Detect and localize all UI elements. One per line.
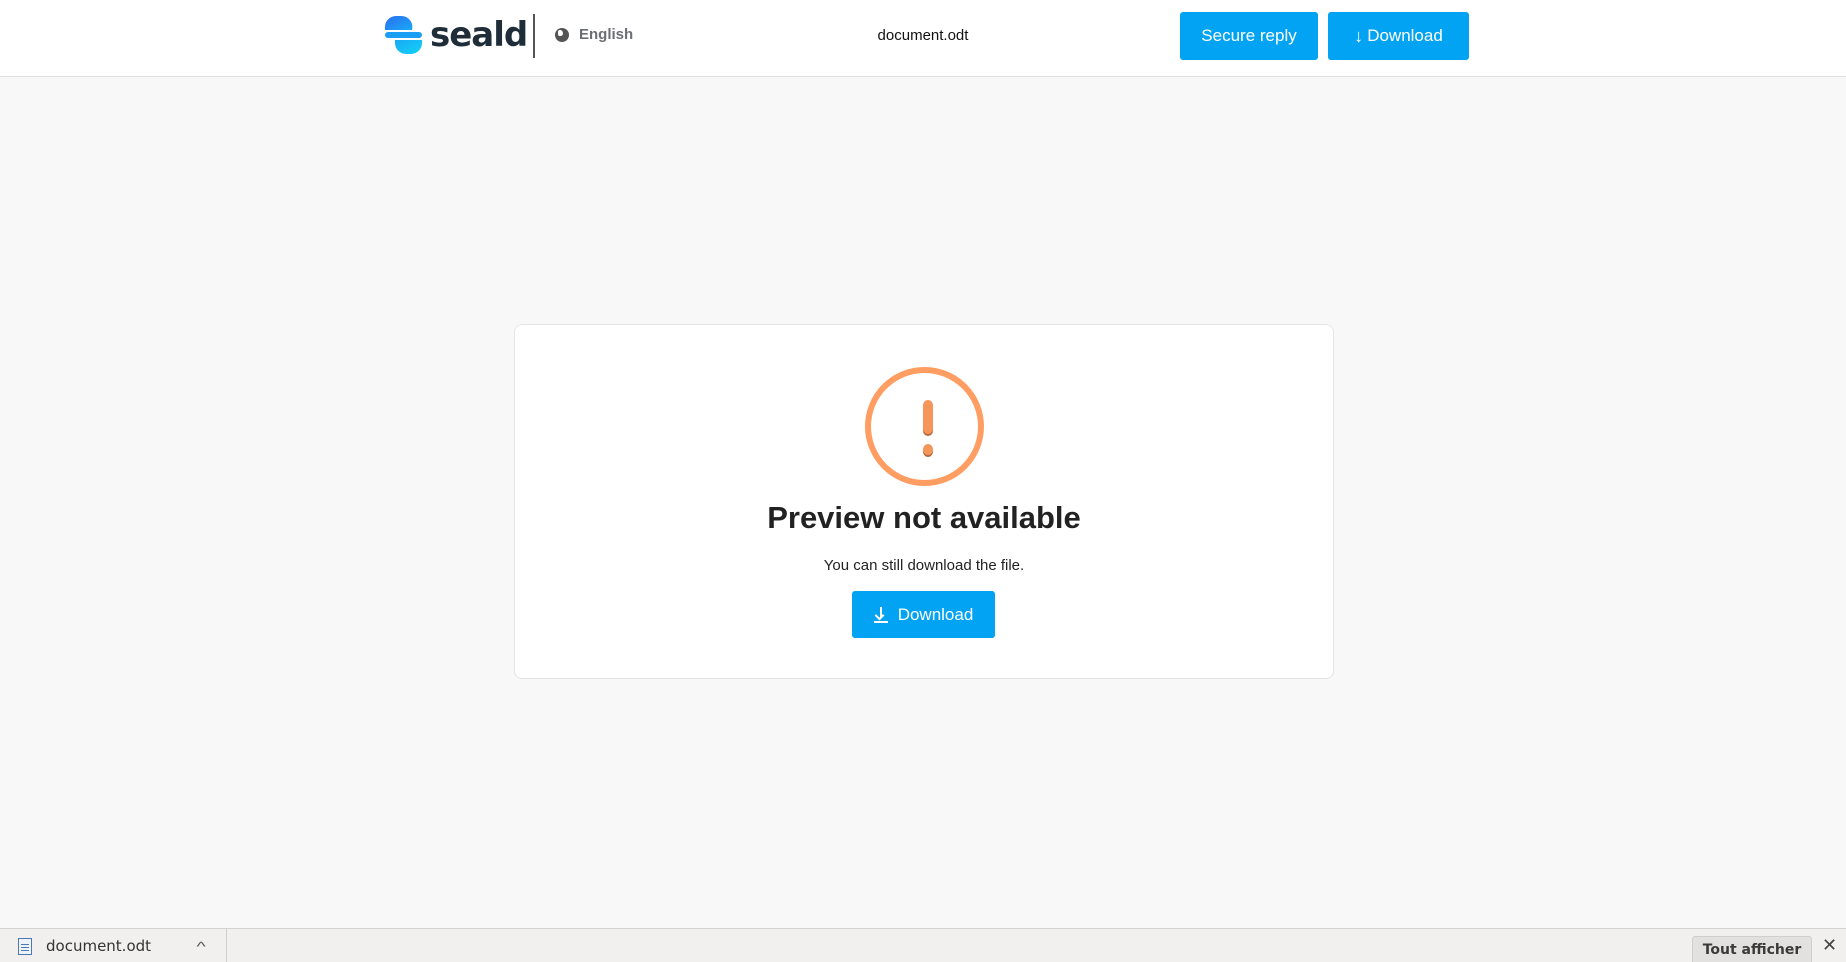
brand-name: seald — [430, 15, 528, 55]
show-all-button[interactable]: Tout afficher — [1692, 936, 1812, 962]
download-icon — [873, 606, 888, 623]
warning-circle-icon — [865, 367, 984, 486]
document-icon — [18, 937, 32, 955]
seald-logo-icon — [385, 15, 422, 54]
language-label: English — [579, 26, 634, 43]
download-item[interactable]: document.odt ^ — [0, 929, 227, 962]
globe-icon — [555, 27, 569, 42]
language-selector[interactable]: English — [555, 26, 633, 43]
header-download-label: Download — [1367, 26, 1443, 45]
secure-reply-button[interactable]: Secure reply — [1180, 12, 1318, 60]
preview-subtitle: You can still download the file. — [823, 557, 1025, 574]
exclamation-dot — [923, 444, 933, 455]
preview-unavailable-card: Preview not available You can still down… — [514, 324, 1334, 679]
header-divider — [533, 14, 535, 58]
header-download-button[interactable]: ↓ Download — [1328, 12, 1469, 60]
download-item-name: document.odt — [46, 937, 152, 955]
card-download-label: Download — [897, 604, 974, 624]
arrow-down-icon: ↓ — [1354, 25, 1364, 46]
chevron-up-icon[interactable]: ^ — [196, 939, 205, 954]
seald-logo[interactable]: seald — [384, 14, 528, 56]
secure-reply-label: Secure reply — [1201, 26, 1297, 45]
card-download-button[interactable]: Download — [852, 591, 995, 638]
file-name-container: document.odt — [0, 27, 1846, 44]
exclamation-bar — [923, 400, 933, 434]
top-header: seald English document.odt Secure reply … — [0, 0, 1846, 77]
preview-title: Preview not available — [767, 500, 1081, 535]
file-name: document.odt — [877, 27, 969, 44]
close-icon[interactable]: ✕ — [1822, 935, 1837, 956]
browser-download-bar: document.odt ^ Tout afficher ✕ — [0, 928, 1846, 962]
